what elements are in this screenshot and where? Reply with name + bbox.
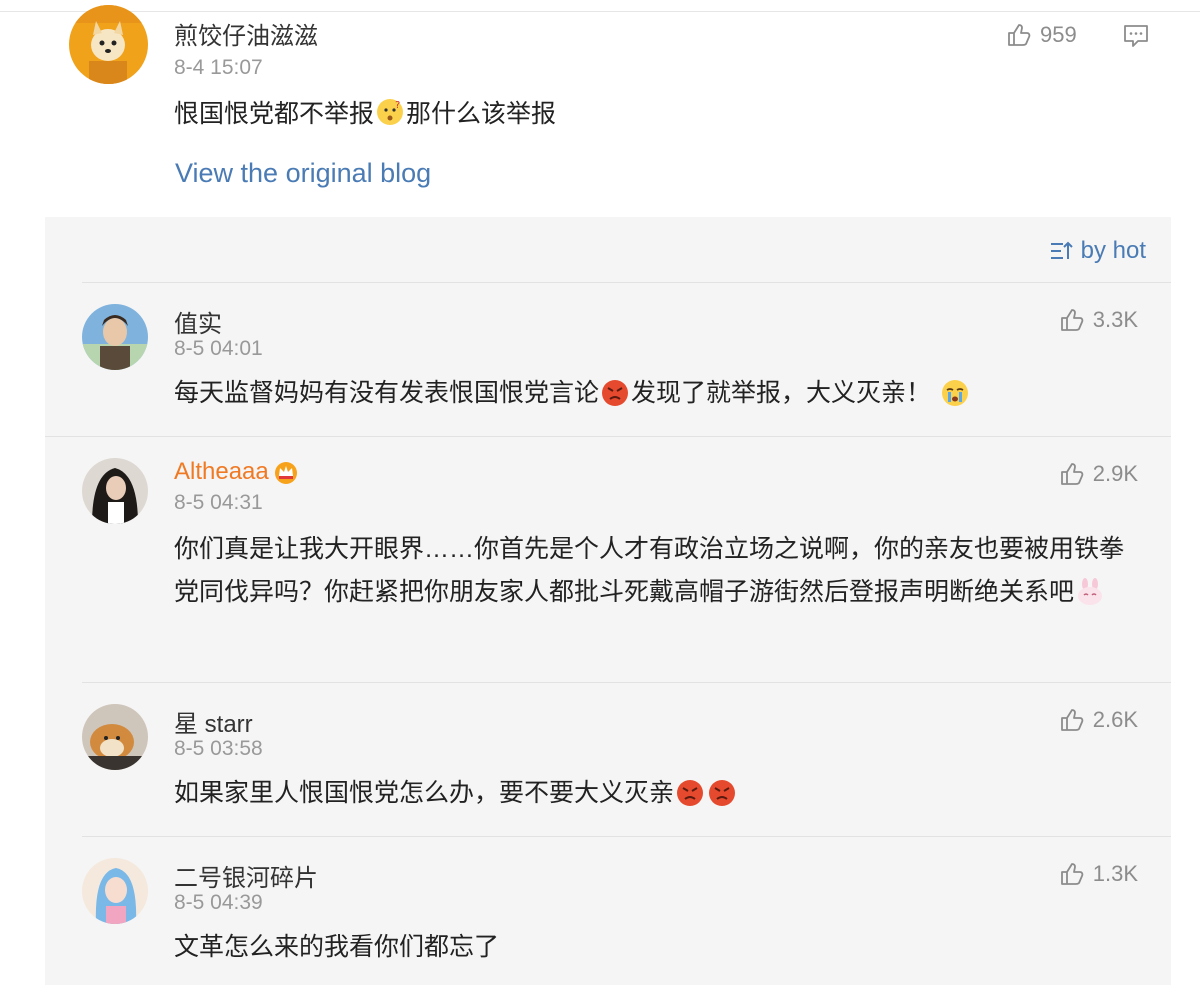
svg-text:?: ?	[395, 100, 400, 111]
comment-item: 二号银河碎片 8-5 04:39 1.3K 文革怎么来的我看你们都忘了	[45, 836, 1171, 985]
comment-text: 每天监督妈妈有没有发表恨国恨党言论 发现了就举报，大义灭亲！	[174, 374, 1144, 413]
like-icon	[1060, 863, 1084, 885]
comment-like-count: 1.3K	[1092, 861, 1138, 886]
comment-author[interactable]: 二号银河碎片	[174, 858, 318, 893]
comment-icon[interactable]	[1122, 22, 1150, 50]
comment-like-count: 3.3K	[1092, 307, 1138, 332]
post-text-part: 那什么该举报	[406, 100, 557, 128]
comment-text-part: 每天监督妈妈有没有发表恨国恨党言论	[174, 379, 600, 407]
comment-like-button[interactable]: 3.3K	[1059, 307, 1138, 333]
post-text-part: 恨国恨党都不举报	[174, 100, 375, 128]
angry-emoji	[677, 780, 704, 806]
comment-author-name: Altheaaa	[174, 458, 269, 485]
like-icon	[1060, 709, 1084, 731]
comment-author[interactable]: 星 starr	[174, 704, 253, 739]
sort-by-hot-button[interactable]: by hot	[1049, 237, 1146, 265]
comment-text-part: 发现了就举报，大义灭亲！	[631, 379, 932, 407]
like-icon	[1008, 24, 1031, 46]
comment-text: 你们真是让我大开眼界……你首先是个人才有政治立场之说啊，你的亲友也要被用铁拳党同…	[174, 528, 1144, 614]
post-like-count: 959	[1040, 22, 1077, 47]
crying-emoji	[942, 380, 969, 406]
post-like-button[interactable]: 959	[1006, 22, 1077, 48]
comment-item: 星 starr 8-5 03:58 2.6K 如果家里人恨国恨党怎么办，要不要大…	[45, 682, 1171, 836]
post-author[interactable]: 煎饺仔油滋滋	[174, 16, 318, 51]
angry-emoji	[602, 380, 629, 406]
comment-time: 8-5 04:39	[174, 891, 263, 914]
comment-text-part: 如果家里人恨国恨党怎么办，要不要大义灭亲	[174, 779, 675, 807]
comment-like-count: 2.6K	[1092, 707, 1138, 732]
comments-panel: by hot 值实 8-5 04:01 3.3K 每天监督妈妈有没有发表恨国恨党…	[45, 217, 1171, 985]
comment-like-count: 2.9K	[1092, 461, 1138, 486]
post-time: 8-4 15:07	[174, 56, 263, 79]
avatar[interactable]	[82, 858, 148, 924]
sort-label: by hot	[1080, 237, 1146, 264]
comment-like-button[interactable]: 1.3K	[1059, 861, 1138, 887]
sort-icon	[1050, 241, 1073, 259]
comment-text-part: 你们真是让我大开眼界……你首先是个人才有政治立场之说啊，你的亲友也要被用铁拳党同…	[174, 535, 1125, 606]
comment-like-button[interactable]: 2.9K	[1059, 461, 1138, 487]
comment-text: 如果家里人恨国恨党怎么办，要不要大义灭亲	[174, 774, 1144, 813]
post-text: 恨国恨党都不举报 ? 那什么该举报	[174, 94, 556, 130]
comment-author[interactable]: 值实	[174, 304, 222, 339]
avatar[interactable]	[82, 704, 148, 770]
comment-author[interactable]: Altheaaa	[174, 458, 299, 486]
comment-text: 文革怎么来的我看你们都忘了	[174, 933, 500, 961]
comment-item: 值实 8-5 04:01 3.3K 每天监督妈妈有没有发表恨国恨党言论 发现了就…	[45, 282, 1171, 436]
comment-like-button[interactable]: 2.6K	[1059, 707, 1138, 733]
main-post: 煎饺仔油滋滋 8-4 15:07 恨国恨党都不举报 ? 那什么该举报 View …	[0, 0, 1200, 217]
comment-item: Altheaaa 8-5 04:31 2.9K 你们真是让我大开眼界……你首先是…	[45, 436, 1171, 682]
comment-time: 8-5 04:31	[174, 491, 263, 514]
avatar[interactable]	[82, 304, 148, 370]
comment-time: 8-5 04:01	[174, 337, 263, 360]
avatar[interactable]	[82, 458, 148, 524]
like-icon	[1060, 463, 1084, 485]
angry-emoji	[709, 780, 736, 806]
bunny-emoji	[1078, 578, 1103, 605]
like-icon	[1060, 309, 1084, 331]
thinking-emoji: ?	[377, 99, 404, 125]
comment-time: 8-5 03:58	[174, 737, 263, 760]
crown-icon	[274, 462, 297, 484]
view-original-blog-link[interactable]: View the original blog	[175, 158, 431, 189]
avatar[interactable]	[69, 5, 148, 84]
